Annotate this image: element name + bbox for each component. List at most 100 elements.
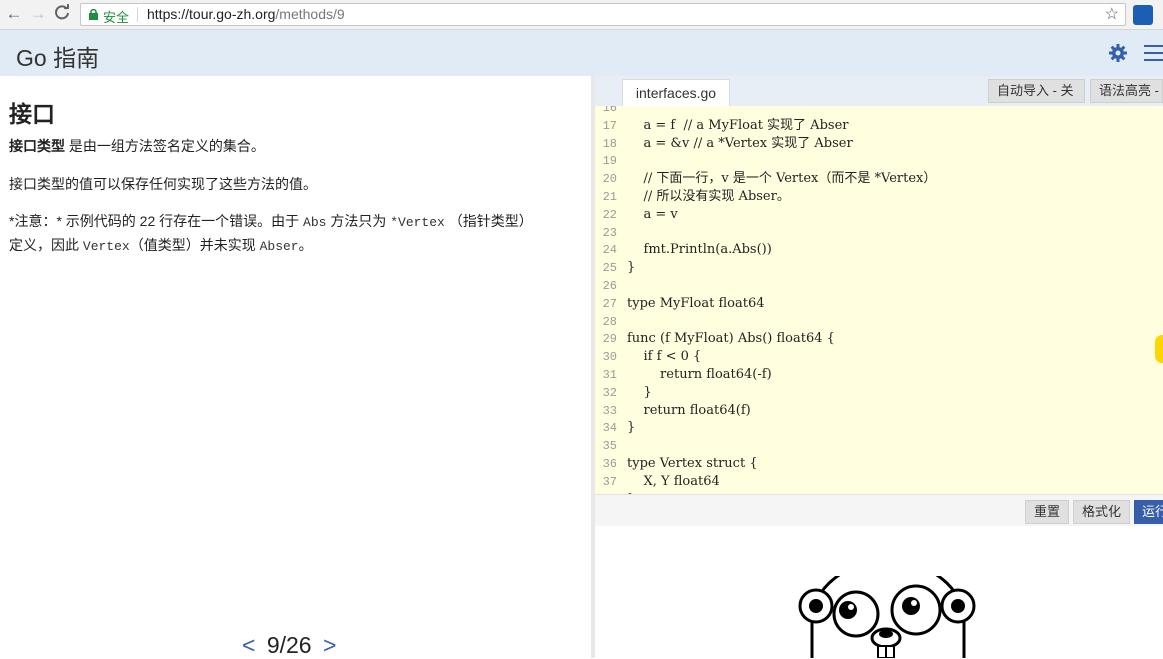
- code-text[interactable]: if f < 0 {: [627, 348, 702, 366]
- inline-code: Vertex: [82, 239, 130, 254]
- code-text[interactable]: // 所以没有实现 Abser。: [627, 188, 790, 206]
- line-number: 34: [602, 421, 617, 436]
- code-line[interactable]: 27 type MyFloat float64: [595, 295, 1163, 313]
- line-number: 19: [602, 154, 617, 169]
- code-text[interactable]: type MyFloat float64: [627, 295, 765, 313]
- line-number: 31: [602, 368, 617, 382]
- back-icon[interactable]: ←: [4, 4, 24, 24]
- browser-toolbar: ← → 安全 https://tour.go-zh.org/methods/9 …: [0, 0, 1163, 30]
- lesson-paragraph-3: *注意：* 示例代码的 22 行存在一个错误。由于 Abs 方法只为 *Vert…: [9, 210, 579, 258]
- forward-icon[interactable]: →: [28, 4, 48, 24]
- next-page-link[interactable]: >: [323, 632, 336, 658]
- code-line[interactable]: 37 X, Y float64: [595, 473, 1163, 491]
- text: 定义，因此: [9, 237, 83, 253]
- format-button[interactable]: 格式化: [1073, 500, 1131, 524]
- line-number: 25: [602, 261, 617, 276]
- code-line[interactable]: 30 if f < 0 {: [595, 348, 1163, 366]
- menu-icon[interactable]: [1144, 45, 1163, 66]
- scroll-indicator: [1155, 335, 1163, 363]
- url-host: https://tour.go-zh.org: [147, 6, 276, 22]
- code-line[interactable]: 28: [595, 313, 1163, 331]
- app-title[interactable]: Go 指南: [16, 39, 99, 73]
- code-line[interactable]: 34}: [595, 419, 1163, 437]
- output-toolbar: 重置 格式化 运行: [595, 494, 1163, 526]
- code-line[interactable]: 33 return float64(f): [595, 402, 1163, 420]
- code-line[interactable]: 25}: [595, 259, 1163, 277]
- code-text[interactable]: X, Y float64: [627, 473, 720, 491]
- line-number: 16: [602, 106, 617, 115]
- prev-page-link[interactable]: <: [242, 632, 255, 658]
- app-header: Go 指南: [0, 30, 1163, 76]
- lesson-pane: 接口 接口类型 是由一组方法签名定义的集合。 接口类型的值可以保存任何实现了这些…: [0, 76, 591, 658]
- line-number: 23: [602, 225, 617, 240]
- line-number: 18: [602, 136, 617, 151]
- extension-icon[interactable]: [1133, 5, 1153, 25]
- code-line[interactable]: 22 a = v: [595, 206, 1163, 224]
- inline-code: *Vertex: [390, 215, 445, 230]
- line-number: 17: [602, 118, 617, 133]
- code-text[interactable]: a = v: [627, 206, 678, 224]
- gear-icon[interactable]: [1108, 43, 1128, 63]
- file-tab[interactable]: interfaces.go: [622, 79, 730, 106]
- line-number: 33: [602, 403, 617, 418]
- text: *注意：* 示例代码的 22 行存在一个错误。由于: [9, 213, 304, 229]
- code-line[interactable]: 19: [595, 152, 1163, 170]
- code-text[interactable]: }: [627, 384, 652, 402]
- code-text[interactable]: }: [627, 419, 635, 437]
- code-text[interactable]: a = f // a MyFloat 实现了 Abser: [627, 117, 849, 135]
- line-number: 29: [602, 332, 617, 347]
- run-button[interactable]: 运行: [1134, 500, 1163, 524]
- line-number: 30: [602, 350, 617, 365]
- url-text[interactable]: https://tour.go-zh.org/methods/9: [147, 6, 345, 22]
- line-number: 36: [602, 457, 617, 471]
- address-bar[interactable]: 安全 https://tour.go-zh.org/methods/9 ☆: [80, 3, 1126, 26]
- code-line[interactable]: 35: [595, 437, 1163, 455]
- code-text[interactable]: }: [627, 259, 635, 277]
- text: 。: [298, 237, 313, 253]
- line-number: 21: [602, 190, 617, 204]
- code-line[interactable]: 20 // 下面一行，v 是一个 Vertex（而不是 *Vertex）: [595, 170, 1163, 188]
- syntax-highlight-toggle[interactable]: 语法高亮 -: [1090, 79, 1163, 103]
- text: （值类型）并未实现: [129, 237, 260, 253]
- code-text[interactable]: type Vertex struct {: [627, 455, 758, 473]
- text: 方法只为: [326, 213, 391, 229]
- code-text[interactable]: // 下面一行，v 是一个 Vertex（而不是 *Vertex）: [627, 170, 937, 188]
- page-indicator: 9/26: [266, 632, 312, 658]
- lesson-paragraph-2: 接口类型的值可以保存任何实现了这些方法的值。: [9, 176, 317, 192]
- line-number: 27: [602, 296, 617, 311]
- code-text[interactable]: return float64(-f): [627, 366, 772, 384]
- reset-button[interactable]: 重置: [1025, 500, 1070, 524]
- line-number: 20: [602, 172, 617, 187]
- code-line[interactable]: 32 }: [595, 384, 1163, 402]
- code-text[interactable]: a = &v // a *Vertex 实现了 Abser: [627, 135, 853, 153]
- code-line[interactable]: 16: [595, 106, 1163, 117]
- line-number: 26: [602, 279, 617, 293]
- secure-label: 安全: [103, 10, 130, 25]
- reload-icon[interactable]: [52, 4, 72, 24]
- code-line[interactable]: 21 // 所以没有实现 Abser。: [595, 188, 1163, 206]
- code-line[interactable]: 36 type Vertex struct {: [595, 455, 1163, 473]
- code-text[interactable]: return float64(f): [627, 402, 751, 420]
- code-text[interactable]: fmt.Println(a.Abs()): [627, 241, 772, 259]
- code-line[interactable]: 26: [595, 277, 1163, 295]
- code-line[interactable]: 24 fmt.Println(a.Abs()): [595, 241, 1163, 259]
- code-line[interactable]: 18 a = &v // a *Vertex 实现了 Abser: [595, 135, 1163, 153]
- line-number: 22: [602, 207, 617, 222]
- line-number: 32: [602, 385, 617, 400]
- lock-icon: [89, 9, 98, 20]
- gopher-mascot-icon: [798, 576, 976, 658]
- text: 是由一组方法签名定义的集合。: [65, 138, 265, 154]
- code-line[interactable]: 23: [595, 224, 1163, 242]
- code-line[interactable]: 17 a = f // a MyFloat 实现了 Abser: [595, 117, 1163, 135]
- lesson-paragraph-1: 接口类型 是由一组方法签名定义的集合。: [9, 135, 579, 158]
- code-editor[interactable]: 16 17 a = f // a MyFloat 实现了 Abser 18 a = …: [595, 106, 1163, 494]
- output-pane: [595, 526, 1163, 658]
- code-line[interactable]: 31 return float64(-f): [595, 366, 1163, 384]
- line-number: 24: [602, 243, 617, 258]
- inline-code: Abs: [303, 215, 327, 230]
- bookmark-star-icon[interactable]: ☆: [1105, 4, 1119, 25]
- code-text[interactable]: func (f MyFloat) Abs() float64 {: [627, 330, 835, 348]
- code-line[interactable]: 29 func (f MyFloat) Abs() float64 {: [595, 330, 1163, 348]
- auto-import-toggle[interactable]: 自动导入 - 关: [988, 79, 1085, 103]
- editor-toolbar: interfaces.go 自动导入 - 关 语法高亮 -: [595, 76, 1163, 106]
